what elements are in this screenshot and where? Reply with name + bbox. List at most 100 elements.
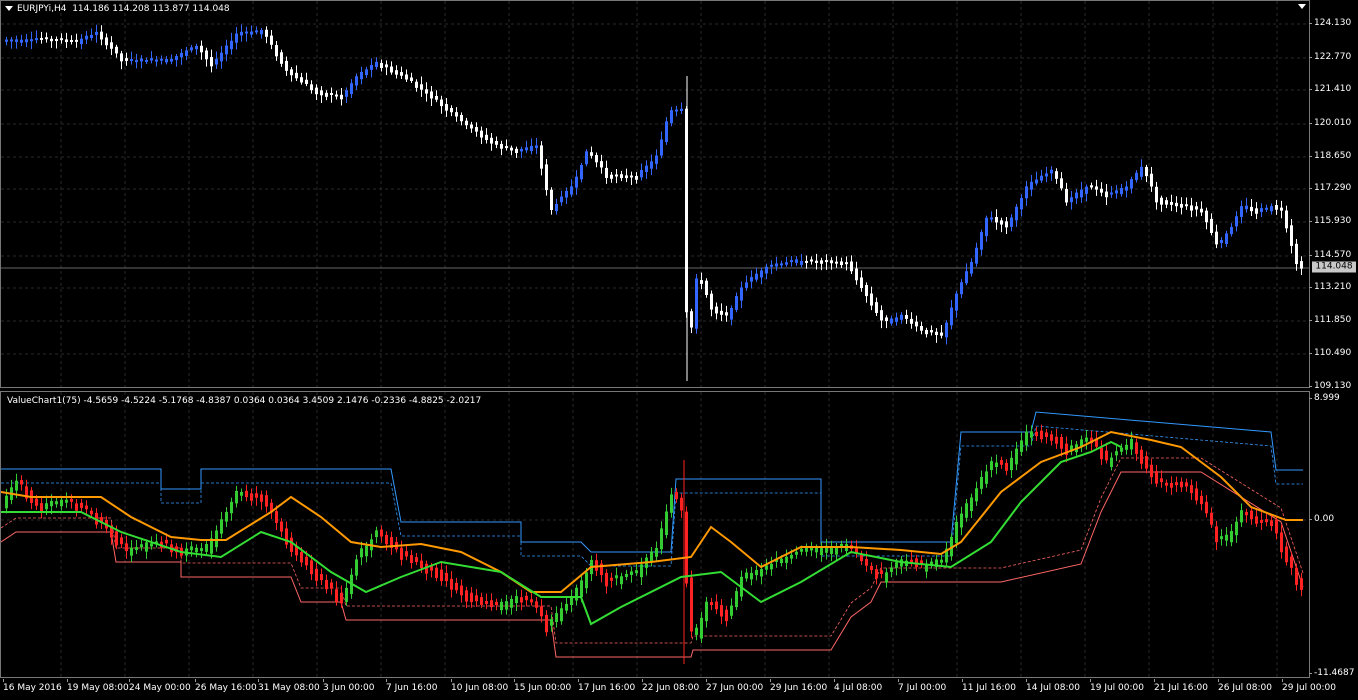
- value-candle-body: [1085, 437, 1088, 442]
- value-candle-body: [140, 544, 143, 548]
- price-tick: 110.490: [1308, 348, 1352, 358]
- price-candle-body: [625, 175, 628, 179]
- price-candle-body: [425, 89, 428, 94]
- value-candle-body: [1285, 546, 1288, 563]
- price-candle-body: [970, 261, 973, 274]
- chart-shift-arrow-icon[interactable]: [1298, 4, 1306, 9]
- price-candle-body: [940, 332, 943, 336]
- price-candle-body: [725, 312, 728, 316]
- price-candle-body: [800, 260, 803, 265]
- value-candle-body: [525, 595, 528, 601]
- price-chart-canvas[interactable]: [1, 1, 1310, 388]
- price-candle-body: [810, 259, 813, 262]
- price-candle-body: [1055, 171, 1058, 179]
- value-candle-body: [65, 499, 68, 503]
- chart-menu-triangle-icon[interactable]: [5, 6, 13, 11]
- value-candle-body: [265, 495, 268, 507]
- value-candle-body: [1225, 534, 1228, 541]
- value-candle-body: [955, 521, 958, 544]
- price-candle-body: [1010, 217, 1013, 227]
- price-candle-body: [760, 270, 763, 278]
- value-candle-body: [455, 582, 458, 591]
- value-candle-body: [1295, 567, 1298, 585]
- value-candle-body: [415, 557, 418, 563]
- value-candle-body: [890, 567, 893, 572]
- price-candle-body: [815, 260, 818, 263]
- indicator-axis[interactable]: 8.999 0.00 -11.4687: [1308, 391, 1358, 678]
- price-axis[interactable]: 124.130 122.770 121.410 120.010 118.650 …: [1308, 0, 1358, 391]
- price-candle-body: [825, 260, 828, 263]
- price-candle-body: [130, 59, 133, 62]
- value-candle-body: [660, 528, 663, 550]
- price-candle-body: [90, 34, 93, 38]
- price-candle-body: [700, 280, 703, 284]
- price-candle-body: [1255, 208, 1258, 214]
- value-candle-body: [500, 601, 503, 611]
- value-candle-body: [690, 577, 693, 632]
- value-candle-body: [1140, 449, 1143, 464]
- price-candle-body: [175, 56, 178, 61]
- value-candle-body: [1280, 532, 1283, 553]
- price-candle-body: [670, 110, 673, 124]
- price-candle-body: [305, 79, 308, 84]
- current-price-label: 114.048: [1312, 261, 1356, 273]
- price-candle-body: [15, 39, 18, 42]
- value-candle-body: [745, 572, 748, 579]
- value-candle-body: [995, 462, 998, 468]
- price-candle-body: [95, 31, 98, 35]
- price-candle-body: [1225, 233, 1228, 244]
- value-candle-body: [5, 495, 8, 509]
- price-candle-body: [770, 264, 773, 267]
- price-candle-body: [180, 52, 183, 58]
- value-candle-body: [1210, 512, 1213, 525]
- indicator-pane[interactable]: ValueChart1(75) -4.5659 -4.5224 -5.1768 …: [0, 391, 1310, 678]
- value-candle-body: [565, 603, 568, 611]
- value-candle-body: [885, 572, 888, 583]
- price-candle-body: [215, 58, 218, 65]
- price-chart-pane[interactable]: EURJPYi,H4 114.186 114.208 113.877 114.0…: [0, 0, 1310, 388]
- value-candles: [5, 424, 1303, 664]
- value-candle-body: [1165, 482, 1168, 486]
- value-candle-body: [650, 551, 653, 562]
- price-candle-body: [340, 94, 343, 100]
- price-candle-body: [1015, 206, 1018, 221]
- value-candle-body: [680, 497, 683, 511]
- value-candle-body: [975, 488, 978, 502]
- price-candle-body: [555, 204, 558, 212]
- value-candle-body: [1060, 437, 1063, 449]
- price-candle-body: [1160, 197, 1163, 205]
- value-candle-body: [345, 587, 348, 602]
- value-candle-body: [215, 530, 218, 548]
- price-candle-body: [630, 175, 633, 178]
- value-candle-body: [765, 565, 768, 570]
- indicator-canvas[interactable]: [1, 392, 1310, 678]
- value-candle-body: [835, 547, 838, 555]
- value-candle-body: [515, 596, 518, 604]
- value-candle-body: [325, 579, 328, 590]
- value-candle-body: [245, 490, 248, 498]
- price-candle-body: [390, 66, 393, 73]
- value-candle-body: [60, 499, 63, 507]
- value-candle-body: [340, 592, 343, 604]
- price-candle-body: [1265, 207, 1268, 210]
- price-candle-body: [400, 72, 403, 76]
- value-candle-body: [1110, 457, 1113, 467]
- value-candle-body: [1035, 431, 1038, 437]
- time-label: 19 Jul 00:00: [1090, 679, 1144, 693]
- value-candle-body: [405, 551, 408, 557]
- price-candle-body: [1125, 186, 1128, 191]
- value-candle-body: [335, 589, 338, 602]
- price-candle-body: [455, 112, 458, 117]
- value-candle-body: [190, 546, 193, 551]
- price-candle-body: [145, 59, 148, 62]
- value-candle-body: [615, 575, 618, 579]
- value-candle-body: [20, 480, 23, 485]
- price-tick: 109.130: [1308, 381, 1352, 391]
- value-candle-body: [305, 556, 308, 566]
- value-candle-body: [755, 570, 758, 576]
- price-candle-body: [545, 164, 548, 191]
- time-axis[interactable]: 16 May 2016 19 May 08:00 24 May 00:00 26…: [0, 679, 1336, 700]
- price-candle-body: [640, 170, 643, 178]
- price-candle-body: [225, 45, 228, 55]
- price-candle-body: [475, 127, 478, 132]
